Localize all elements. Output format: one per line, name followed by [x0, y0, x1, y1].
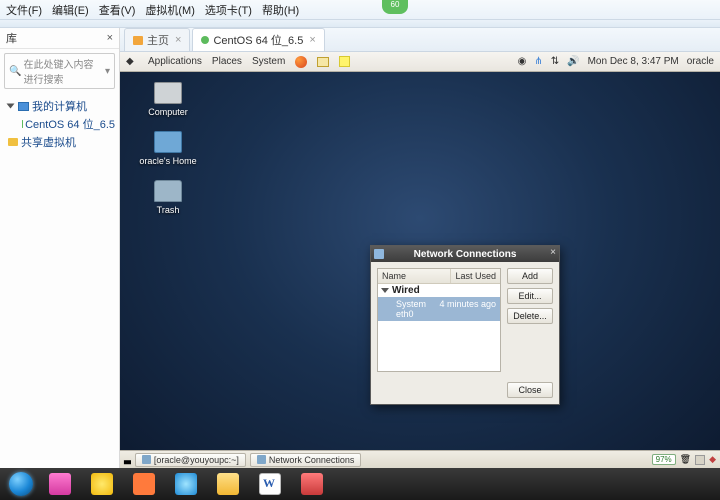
- host-menubar: 文件(F) 编辑(E) 查看(V) 虚拟机(M) 选项卡(T) 帮助(H): [0, 0, 720, 20]
- group-wired[interactable]: Wired: [378, 284, 500, 297]
- close-button[interactable]: Close: [507, 382, 553, 398]
- taskbar-app-7[interactable]: [292, 471, 332, 497]
- menu-file[interactable]: 文件(F): [6, 2, 42, 18]
- host-notification-badge[interactable]: 60: [382, 0, 408, 14]
- connection-last-used: 4 minutes ago: [435, 297, 500, 321]
- vm-running-icon: [201, 36, 209, 44]
- tab-bar: 主页× CentOS 64 位_6.5×: [120, 28, 720, 52]
- panel-extra-icon[interactable]: ◆: [709, 454, 716, 465]
- close-sidebar-icon[interactable]: ×: [107, 32, 113, 44]
- library-tree: 我的计算机 CentOS 64 位_6.5 共享虚拟机: [0, 93, 119, 155]
- tree-my-computer[interactable]: 我的计算机: [2, 97, 117, 115]
- col-last-used[interactable]: Last Used: [451, 269, 500, 283]
- mail-icon[interactable]: [317, 57, 329, 67]
- library-search[interactable]: 🔍 在此处键入内容进行搜索 ▾: [4, 53, 115, 89]
- clock[interactable]: Mon Dec 8, 3:47 PM: [588, 56, 679, 67]
- bluetooth-icon[interactable]: ⋔: [534, 56, 542, 67]
- delete-button[interactable]: Delete...: [507, 308, 553, 324]
- chevron-down-icon: [381, 288, 389, 293]
- tree-shared-vms[interactable]: 共享虚拟机: [2, 133, 117, 151]
- desktop-computer[interactable]: Computer: [138, 82, 198, 117]
- col-name[interactable]: Name: [378, 269, 451, 283]
- note-icon[interactable]: [339, 56, 350, 67]
- gnome-top-panel: ◆ Applications Places System ◉ ⋔ ⇅ 🔊 Mon…: [120, 52, 720, 72]
- taskbar-ie[interactable]: [166, 471, 206, 497]
- search-placeholder: 在此处键入内容进行搜索: [23, 56, 103, 86]
- search-icon: 🔍: [9, 66, 21, 77]
- show-desktop-icon[interactable]: ▃: [124, 454, 131, 465]
- network-connections-dialog: Network Connections × Name Last Used Wir…: [370, 245, 560, 405]
- dialog-close-icon[interactable]: ×: [550, 247, 556, 258]
- vm-display[interactable]: ◆ Applications Places System ◉ ⋔ ⇅ 🔊 Mon…: [120, 52, 720, 468]
- desktop-home[interactable]: oracle's Home: [138, 131, 198, 166]
- battery-indicator[interactable]: 97%: [652, 454, 676, 465]
- menu-system[interactable]: System: [252, 56, 285, 67]
- accessibility-icon[interactable]: ◉: [518, 56, 527, 67]
- gnome-bottom-panel: ▃ [oracle@youyoupc:~] Network Connection…: [120, 450, 720, 468]
- menu-vm[interactable]: 虚拟机(M): [145, 2, 195, 18]
- network-icon[interactable]: ⇅: [551, 56, 559, 67]
- add-button[interactable]: Add: [507, 268, 553, 284]
- trash-icon: [154, 180, 182, 202]
- connection-row-eth0[interactable]: System eth0 4 minutes ago: [378, 297, 500, 321]
- menu-places[interactable]: Places: [212, 56, 242, 67]
- taskbar-explorer[interactable]: [208, 471, 248, 497]
- gnome-foot-icon[interactable]: ◆: [126, 56, 138, 68]
- computer-icon: [18, 102, 29, 111]
- menu-applications[interactable]: Applications: [148, 56, 202, 67]
- home-folder-icon: [154, 131, 182, 153]
- firefox-icon[interactable]: [295, 56, 307, 68]
- menu-edit[interactable]: 编辑(E): [52, 2, 89, 18]
- windows-taskbar: [0, 468, 720, 500]
- taskbar-word[interactable]: [250, 471, 290, 497]
- desktop-trash[interactable]: Trash: [138, 180, 198, 215]
- menu-tabs[interactable]: 选项卡(T): [205, 2, 252, 18]
- volume-icon[interactable]: 🔊: [567, 56, 579, 67]
- edit-button[interactable]: Edit...: [507, 288, 553, 304]
- menu-help[interactable]: 帮助(H): [262, 2, 299, 18]
- close-tab-icon[interactable]: ×: [175, 34, 181, 46]
- folder-icon: [8, 138, 18, 146]
- taskbar-app-3[interactable]: [124, 471, 164, 497]
- connection-name: System eth0: [378, 297, 435, 321]
- dialog-icon: [374, 249, 384, 259]
- task-network-connections[interactable]: Network Connections: [250, 453, 362, 467]
- computer-icon: [154, 82, 182, 104]
- tree-vm-centos[interactable]: CentOS 64 位_6.5: [2, 115, 117, 133]
- task-terminal[interactable]: [oracle@youyoupc:~]: [135, 453, 246, 467]
- tab-centos[interactable]: CentOS 64 位_6.5×: [192, 28, 324, 51]
- taskbar-app-1[interactable]: [40, 471, 80, 497]
- search-dropdown-icon[interactable]: ▾: [105, 66, 110, 77]
- terminal-icon: [142, 455, 151, 464]
- connections-list[interactable]: Name Last Used Wired System eth0 4 minut…: [377, 268, 501, 372]
- taskbar-app-2[interactable]: [82, 471, 122, 497]
- windows-orb-icon: [9, 472, 33, 496]
- trash-panel-icon[interactable]: 🗑: [680, 454, 691, 465]
- dialog-title: Network Connections: [414, 249, 517, 260]
- library-sidebar: 库 × 🔍 在此处键入内容进行搜索 ▾ 我的计算机 CentOS 64 位_6.…: [0, 28, 120, 468]
- close-tab-icon[interactable]: ×: [309, 34, 315, 46]
- host-toolbar: [0, 20, 720, 28]
- network-icon: [257, 455, 266, 464]
- start-button[interactable]: [4, 471, 38, 497]
- home-icon: [133, 36, 143, 45]
- tab-home[interactable]: 主页×: [124, 28, 190, 51]
- library-title: 库: [6, 30, 17, 46]
- dialog-titlebar[interactable]: Network Connections ×: [371, 246, 559, 262]
- user-menu[interactable]: oracle: [687, 56, 714, 67]
- menu-view[interactable]: 查看(V): [99, 2, 136, 18]
- workspace-switcher[interactable]: [695, 455, 705, 465]
